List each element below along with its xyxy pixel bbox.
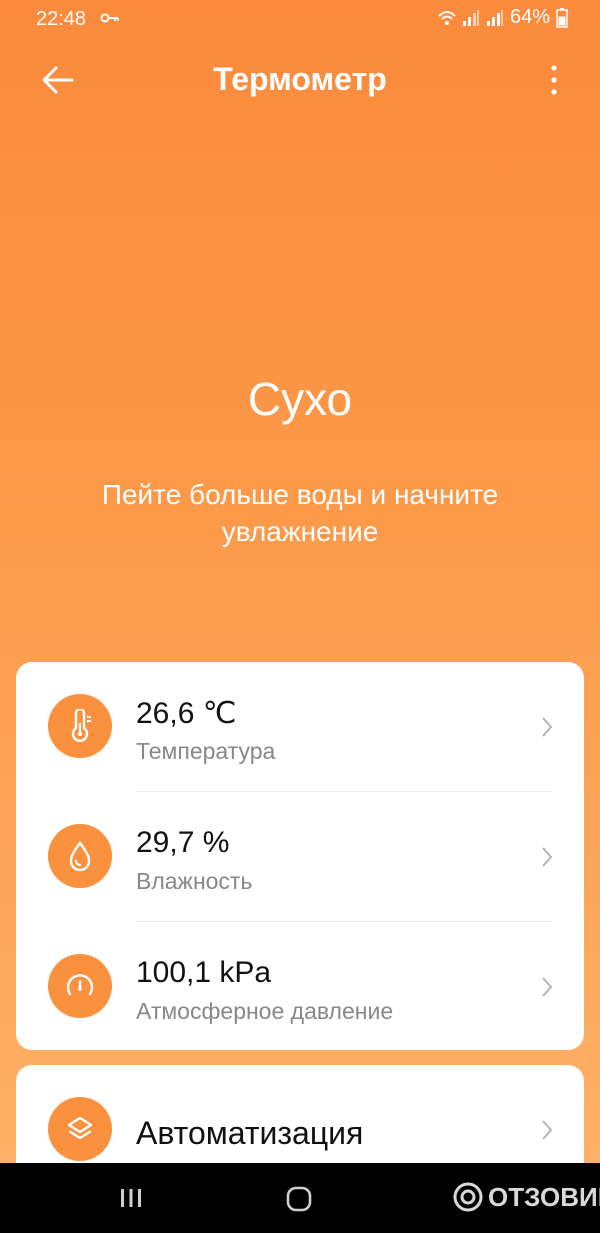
pressure-label: Атмосферное давление [136, 998, 394, 1024]
battery-level-fill [558, 16, 566, 25]
thermometer-icon [48, 694, 112, 758]
temperature-row[interactable]: 26,6 ℃ Температура [16, 662, 584, 792]
condition-headline: Сухо [247, 373, 353, 425]
status-indicators: 64% [438, 6, 568, 29]
pressure-row[interactable]: 100,1 kPa Атмосферное давление [16, 922, 584, 1052]
battery-percent: 64% [509, 6, 550, 28]
recent-apps-icon[interactable] [118, 1187, 144, 1209]
sensor-card: 26,6 ℃ Температура 29,7 % Влажность 100,… [16, 662, 584, 1050]
humidity-label: Влажность [136, 868, 253, 894]
battery-icon [556, 7, 568, 28]
watermark-logo [453, 1182, 483, 1212]
pressure-value: 100,1 kPa [136, 956, 272, 989]
watermark-text: ОТЗОВИК [488, 1181, 600, 1212]
water-drop-icon [48, 824, 112, 888]
status-bar: 22:48 64% [0, 0, 600, 38]
temperature-value: 26,6 ℃ [136, 697, 237, 730]
humidity-value: 29,7 % [136, 826, 230, 859]
signal-icon-2 [486, 9, 503, 26]
app-bar: Термометр [0, 50, 600, 110]
status-time: 22:48 [36, 8, 87, 30]
automation-row[interactable]: Автоматизация [16, 1065, 584, 1163]
layers-icon [48, 1097, 112, 1161]
condition-message: Пейте больше воды и начните увлажнение [101, 479, 499, 547]
home-icon[interactable] [286, 1186, 312, 1212]
more-options-icon[interactable] [544, 62, 564, 98]
humidity-row[interactable]: 29,7 % Влажность [16, 792, 584, 922]
vpn-key-icon [100, 13, 119, 23]
page-title: Термометр [213, 61, 387, 97]
temperature-label: Температура [136, 738, 276, 764]
signal-icon [462, 9, 479, 26]
chevron-right-icon [542, 977, 553, 997]
watermark: ОТЗОВИК [452, 1181, 600, 1213]
chevron-right-icon [542, 1120, 553, 1140]
wifi-icon [438, 10, 456, 25]
gauge-icon [48, 954, 112, 1018]
chevron-right-icon [542, 717, 553, 737]
app-screen: 22:48 64% Термометр Сухо Пейте больше во… [0, 0, 600, 1163]
automation-card: Автоматизация [16, 1065, 584, 1163]
chevron-right-icon [542, 847, 553, 867]
navigation-bar: ОТЗОВИК [0, 1163, 600, 1233]
automation-label: Автоматизация [136, 1115, 364, 1151]
